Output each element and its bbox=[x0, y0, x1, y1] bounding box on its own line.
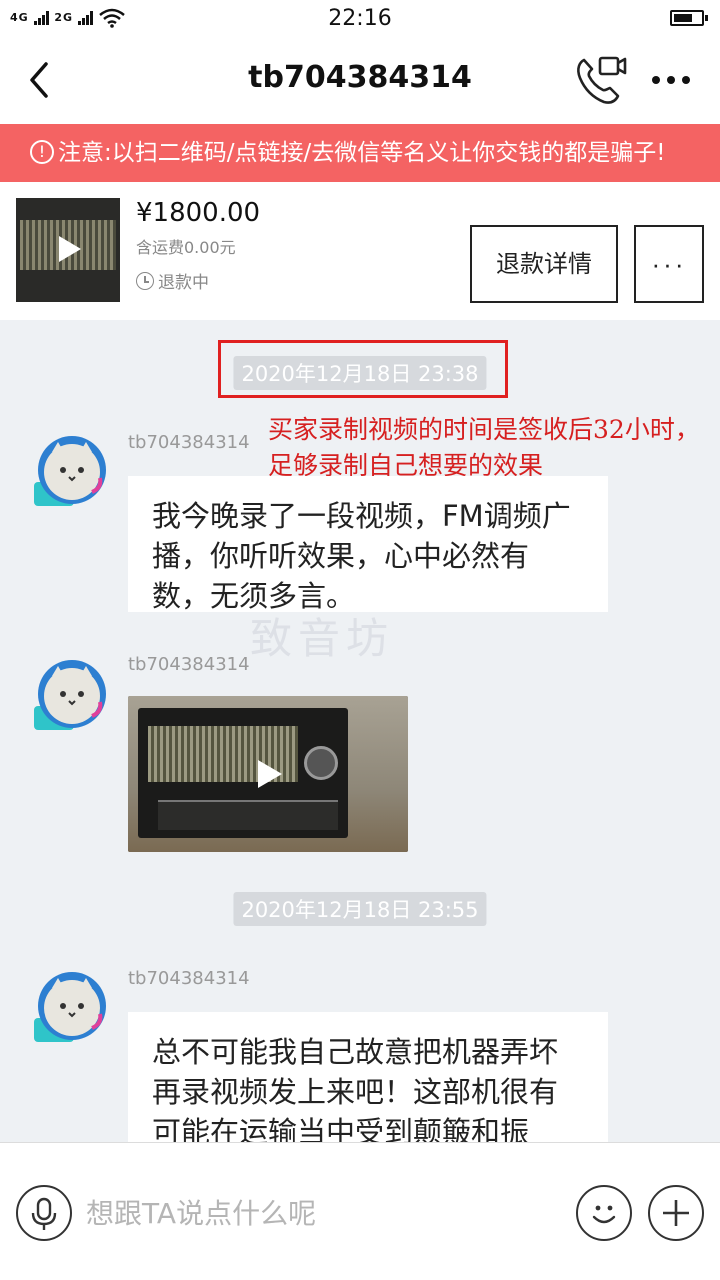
red-annotation: 买家录制视频的时间是签收后32小时，足够录制自己想要的效果 bbox=[268, 415, 700, 480]
play-icon bbox=[59, 236, 81, 262]
play-icon bbox=[258, 760, 282, 788]
clock: 22:16 bbox=[328, 6, 392, 31]
message-bubble[interactable]: 我今晚录了一段视频，FM调频广播，你听听效果，心中必然有数，无须多言。 bbox=[128, 476, 608, 613]
smiley-icon bbox=[592, 1205, 616, 1224]
seal-avatar-icon bbox=[34, 660, 106, 730]
avatar[interactable] bbox=[32, 654, 112, 734]
input-bar bbox=[0, 1142, 720, 1280]
phone-video-icon bbox=[577, 56, 627, 104]
message-bubble[interactable]: 总不可能我自己故意把机器弄坏再录视频发上来吧！这部机很有可能在运输当中受到颠簸和… bbox=[128, 1012, 608, 1142]
avatar[interactable] bbox=[32, 430, 112, 510]
refund-status-label: 退款中 bbox=[158, 273, 209, 293]
warning-text: 注意:以扫二维码/点链接/去微信等名义让你交钱的都是骗子! bbox=[58, 140, 666, 166]
seal-avatar-icon bbox=[34, 436, 106, 506]
sender-name: tb704384314 bbox=[128, 654, 250, 675]
plus-icon bbox=[663, 1200, 689, 1226]
avatar[interactable] bbox=[32, 966, 112, 1046]
radio-knob bbox=[304, 746, 338, 780]
refund-details-button[interactable]: 退款详情 bbox=[470, 225, 618, 303]
product-thumbnail[interactable] bbox=[16, 198, 120, 302]
radio-panel bbox=[158, 800, 338, 830]
sender-name: tb704384314 bbox=[128, 432, 250, 453]
more-options-button[interactable] bbox=[646, 58, 696, 102]
voice-input-button[interactable] bbox=[16, 1185, 72, 1241]
clock-icon bbox=[136, 272, 154, 290]
video-message[interactable] bbox=[128, 696, 408, 852]
radio-image bbox=[138, 708, 348, 838]
refund-status: 退款中 bbox=[136, 268, 209, 293]
order-more-button[interactable]: ··· bbox=[634, 225, 704, 303]
battery-icon bbox=[670, 10, 708, 26]
status-bar: 4G 2G 22:16 bbox=[0, 0, 720, 38]
more-horizontal-icon bbox=[652, 76, 690, 84]
message-timestamp: 2020年12月18日 23:55 bbox=[233, 892, 487, 926]
call-button[interactable] bbox=[572, 52, 628, 108]
shipping-fee: 含运费0.00元 bbox=[136, 238, 236, 257]
alert-circle-icon: ! bbox=[30, 139, 54, 164]
microphone-icon bbox=[31, 1197, 57, 1230]
message-input[interactable] bbox=[86, 1191, 556, 1235]
emoji-button[interactable] bbox=[576, 1185, 632, 1241]
sender-name: tb704384314 bbox=[128, 968, 250, 989]
message-timestamp: 2020年12月18日 23:38 bbox=[233, 356, 487, 390]
seal-avatar-icon bbox=[34, 972, 106, 1042]
message-list[interactable]: 2020年12月18日 23:38 买家录制视频的时间是签收后32小时，足够录制… bbox=[0, 320, 720, 1142]
order-card: ¥1800.00 含运费0.00元 退款中 退款详情 ··· bbox=[0, 182, 720, 320]
battery-level bbox=[674, 14, 692, 22]
order-price: ¥1800.00 bbox=[136, 198, 261, 228]
watermark: 致音坊 bbox=[250, 614, 395, 663]
add-attachment-button[interactable] bbox=[648, 1185, 704, 1241]
fraud-warning-banner: ! 注意:以扫二维码/点链接/去微信等名义让你交钱的都是骗子! bbox=[0, 124, 720, 182]
chat-header: tb704384314 bbox=[0, 38, 720, 124]
